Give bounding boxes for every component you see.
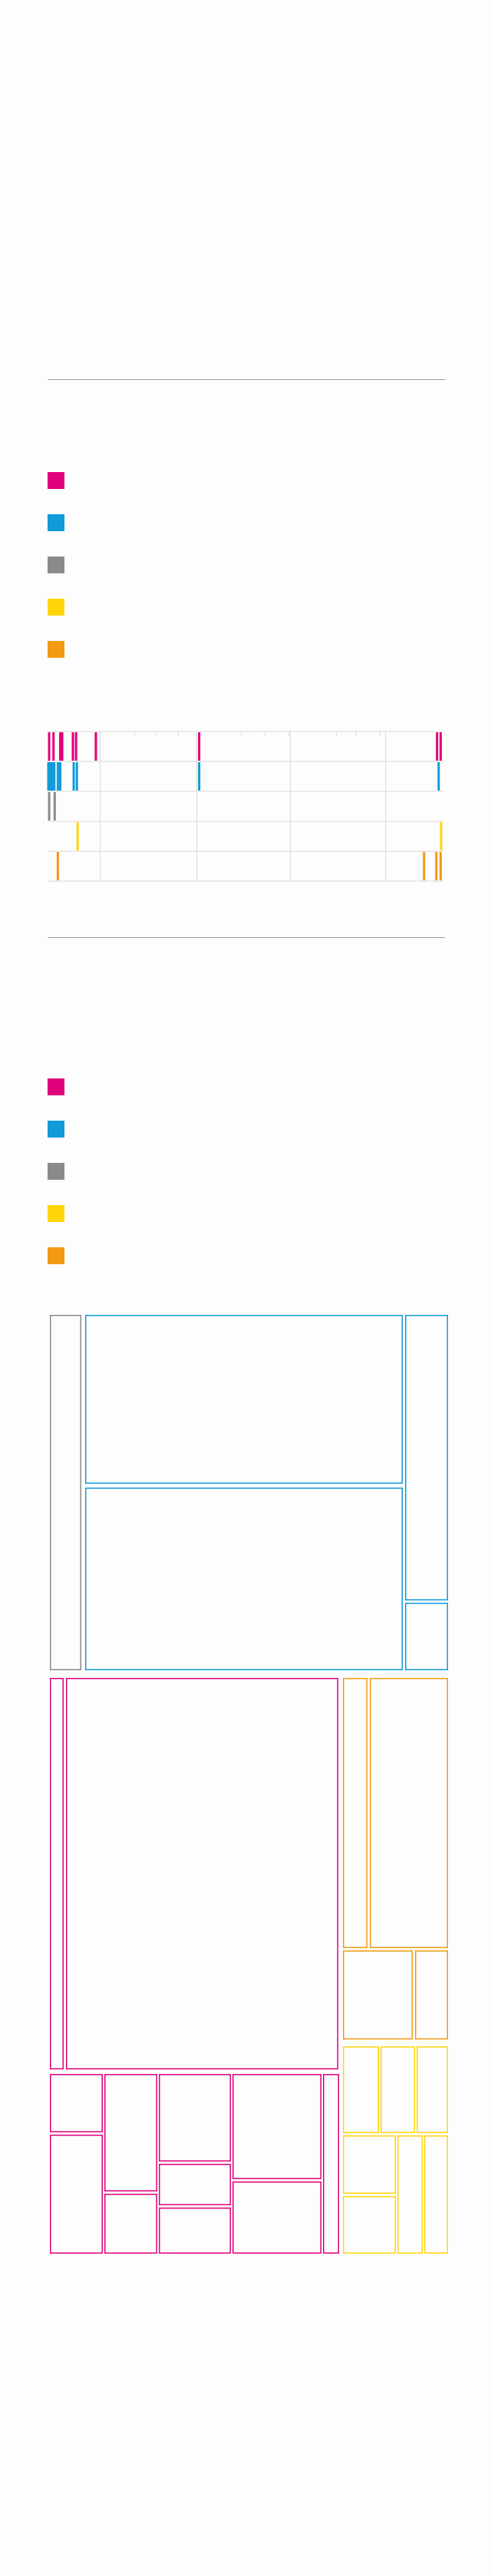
treemap-cell-blue — [85, 1488, 403, 1670]
treemap-cell-magenta — [50, 1678, 64, 2069]
treemap-cell-magenta — [50, 2074, 103, 2132]
treemap-cell-magenta — [66, 1678, 338, 2069]
treemap — [50, 1315, 448, 2254]
treemap-cell-magenta — [159, 2164, 231, 2205]
treemap-cell-orange — [343, 1950, 413, 2039]
treemap-cell-magenta — [159, 2208, 231, 2254]
treemap-cell-magenta — [232, 2181, 321, 2254]
treemap-cell-yellow — [381, 2046, 415, 2133]
treemap-cell-orange — [415, 1950, 448, 2039]
treemap-cell-magenta — [159, 2074, 231, 2162]
treemap-cell-yellow — [417, 2046, 448, 2133]
treemap-cell-yellow — [397, 2135, 423, 2254]
treemap-cell-blue — [405, 1315, 448, 1600]
treemap-cell-magenta — [232, 2074, 321, 2179]
treemap-cell-gray — [50, 1315, 81, 1670]
treemap-cell-yellow — [343, 2196, 396, 2254]
treemap-cell-magenta — [323, 2074, 339, 2254]
treemap-cell-magenta — [104, 2194, 157, 2254]
treemap-cell-yellow — [343, 2135, 396, 2194]
treemap-cell-blue — [405, 1603, 448, 1670]
treemap-cell-yellow — [343, 2046, 379, 2133]
treemap-cell-blue — [85, 1315, 403, 1484]
treemap-cell-orange — [343, 1678, 367, 1948]
treemap-cell-orange — [370, 1678, 448, 1948]
treemap-cell-magenta — [50, 2135, 103, 2254]
treemap-cell-yellow — [424, 2135, 448, 2254]
treemap-cell-magenta — [104, 2074, 157, 2191]
